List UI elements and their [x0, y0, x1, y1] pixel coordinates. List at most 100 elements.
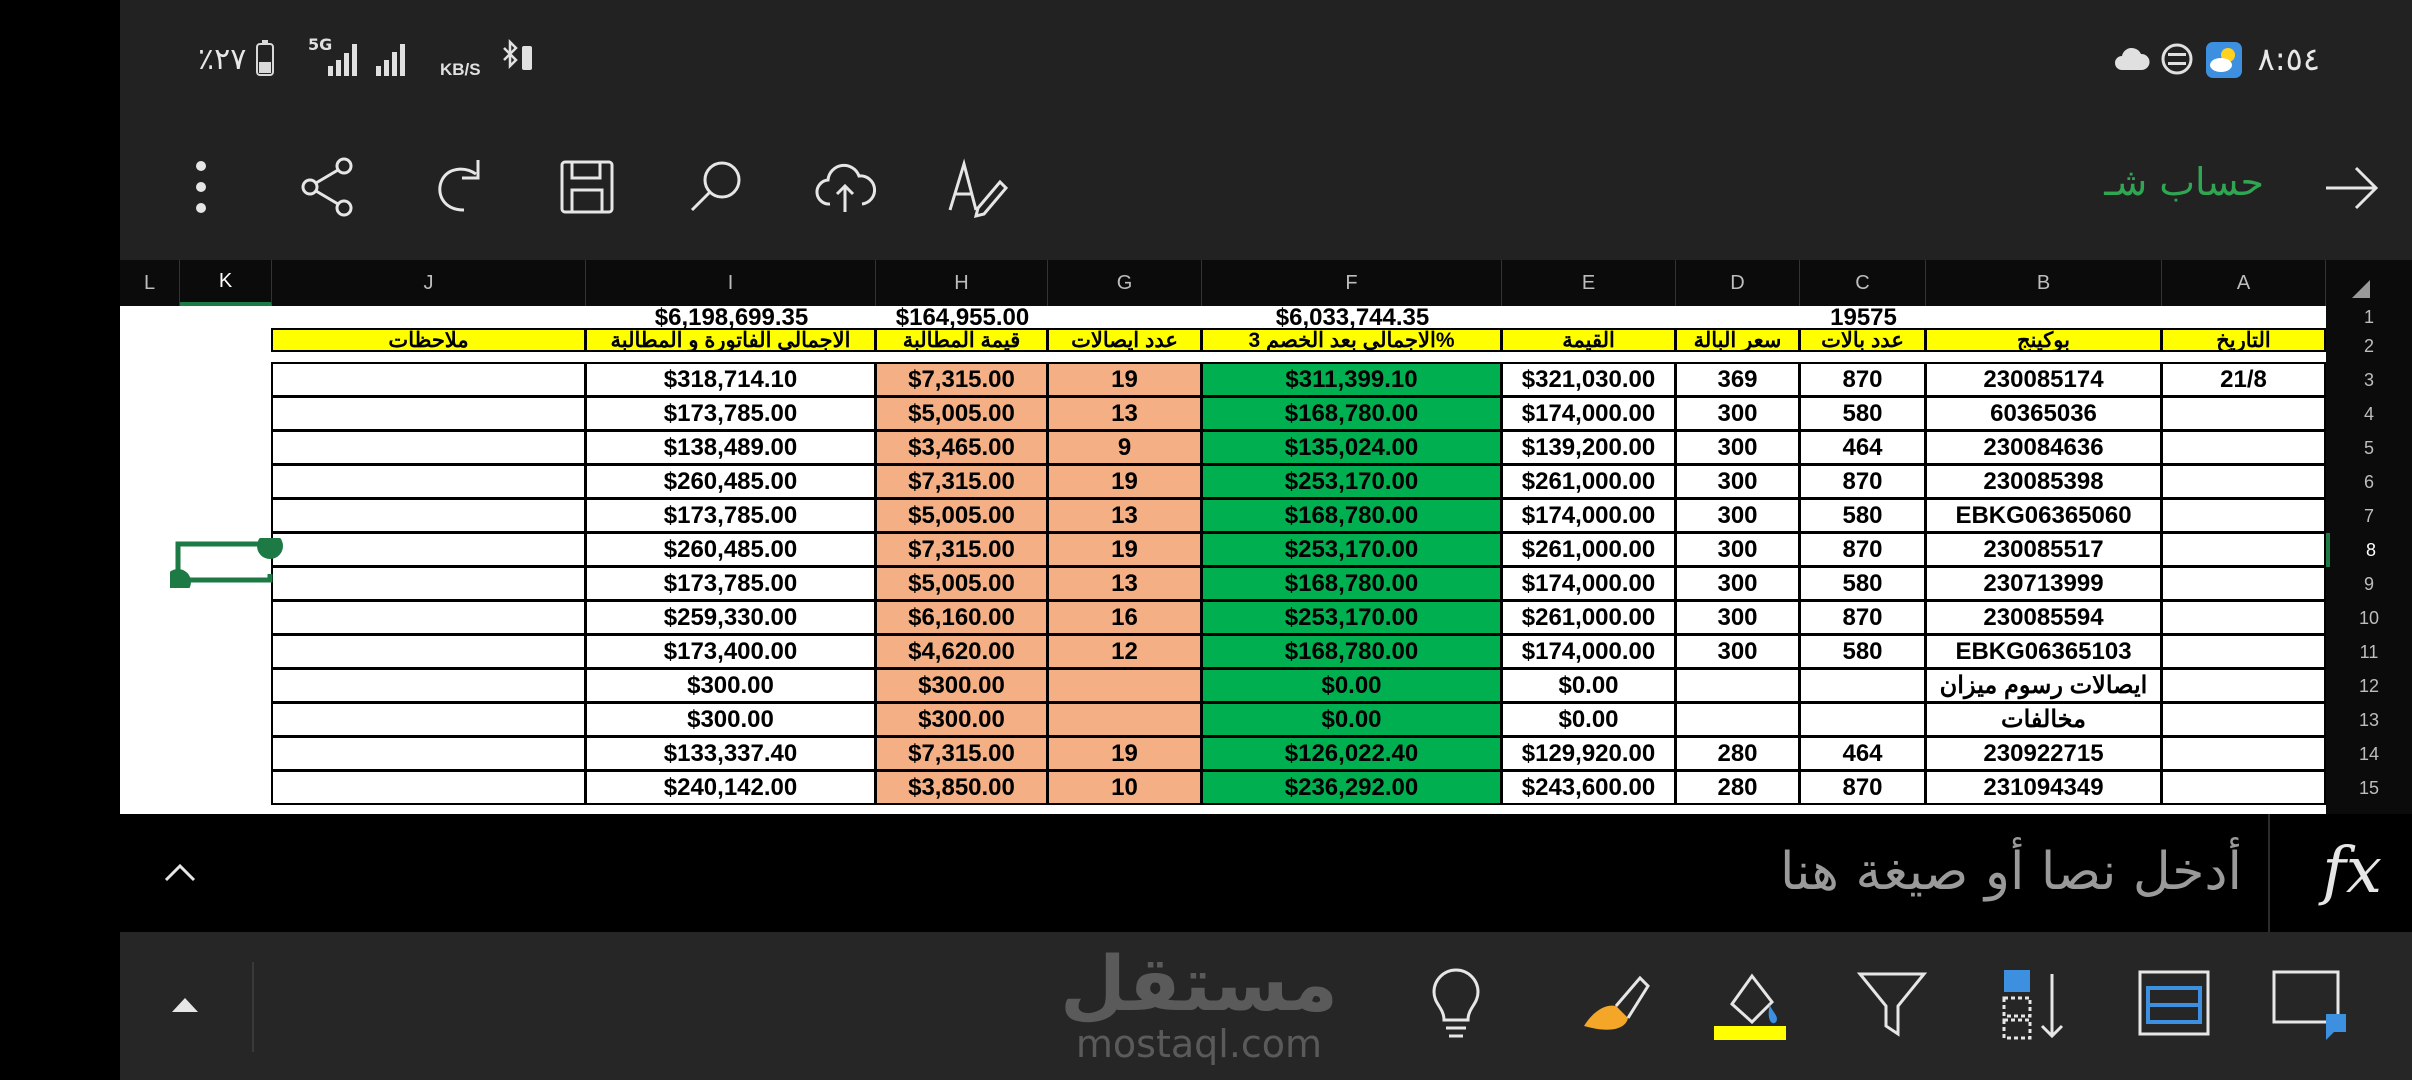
share-icon[interactable]	[294, 152, 364, 222]
cell-J15[interactable]	[271, 770, 586, 805]
row-header-5[interactable]: 5	[2326, 431, 2412, 465]
fx-icon[interactable]: fx	[2322, 834, 2382, 908]
cell-G13[interactable]	[1047, 702, 1202, 737]
cell-D6[interactable]: 300	[1675, 464, 1800, 499]
cell-F15[interactable]: $236,292.00	[1201, 770, 1502, 805]
redo-icon[interactable]	[424, 152, 494, 222]
column-header-G[interactable]: G	[1048, 260, 1202, 306]
cell-I4[interactable]: $173,785.00	[585, 396, 876, 431]
cell-H9[interactable]: $5,005.00	[875, 566, 1048, 601]
cell-D7[interactable]: 300	[1675, 498, 1800, 533]
column-header-C[interactable]: C	[1800, 260, 1926, 306]
comment-icon[interactable]	[2270, 964, 2350, 1044]
cell-A5[interactable]	[2161, 430, 2326, 465]
table-style-icon[interactable]	[2134, 964, 2214, 1044]
cell-B6[interactable]: 230085398	[1925, 464, 2162, 499]
column-header-E[interactable]: E	[1502, 260, 1676, 306]
cell-H3[interactable]: $7,315.00	[875, 362, 1048, 397]
cell-A12[interactable]	[2161, 668, 2326, 703]
cell-F13[interactable]: $0.00	[1201, 702, 1502, 737]
cell-E15[interactable]: $243,600.00	[1501, 770, 1676, 805]
cell-H6[interactable]: $7,315.00	[875, 464, 1048, 499]
cell-D11[interactable]: 300	[1675, 634, 1800, 669]
cell-C13[interactable]	[1799, 702, 1926, 737]
cell-F5[interactable]: $135,024.00	[1201, 430, 1502, 465]
row-header-8[interactable]: 8	[2326, 533, 2412, 567]
cell-I11[interactable]: $173,400.00	[585, 634, 876, 669]
more-options-icon[interactable]	[166, 152, 236, 222]
cell-A2[interactable]: التاريخ	[2161, 328, 2326, 352]
cell-G5[interactable]: 9	[1047, 430, 1202, 465]
cell-I2[interactable]: الاجمالى الفاتورة و المطالبة	[585, 328, 876, 352]
cell-F7[interactable]: $168,780.00	[1201, 498, 1502, 533]
row-header-11[interactable]: 11	[2326, 635, 2412, 669]
cell-A11[interactable]	[2161, 634, 2326, 669]
cell-I3[interactable]: $318,714.10	[585, 362, 876, 397]
cell-E5[interactable]: $139,200.00	[1501, 430, 1676, 465]
cell-F8[interactable]: $253,170.00	[1201, 532, 1502, 567]
cell-I14[interactable]: $133,337.40	[585, 736, 876, 771]
cell-B3[interactable]: 230085174	[1925, 362, 2162, 397]
cell-D9[interactable]: 300	[1675, 566, 1800, 601]
cell-A7[interactable]	[2161, 498, 2326, 533]
cell-I5[interactable]: $138,489.00	[585, 430, 876, 465]
draw-pen-icon[interactable]	[942, 152, 1012, 222]
cell-G11[interactable]: 12	[1047, 634, 1202, 669]
filter-icon[interactable]	[1852, 964, 1932, 1044]
column-header-H[interactable]: H	[876, 260, 1048, 306]
expand-formula-icon[interactable]	[162, 858, 198, 888]
cell-A9[interactable]	[2161, 566, 2326, 601]
row-header-4[interactable]: 4	[2326, 397, 2412, 431]
cell-C9[interactable]: 580	[1799, 566, 1926, 601]
row-header-2[interactable]: 2	[2326, 329, 2412, 363]
cell-C10[interactable]: 870	[1799, 600, 1926, 635]
fill-color-icon[interactable]	[1712, 964, 1792, 1044]
lightbulb-icon[interactable]	[1416, 964, 1496, 1044]
cell-C4[interactable]: 580	[1799, 396, 1926, 431]
cell-I15[interactable]: $240,142.00	[585, 770, 876, 805]
cell-H2[interactable]: قيمة المطالبة	[875, 328, 1048, 352]
formula-input[interactable]: أدخل نصا أو صيغة هنا	[1780, 842, 2242, 902]
cell-J13[interactable]	[271, 702, 586, 737]
cell-H1[interactable]: $164,955.00	[876, 306, 1049, 330]
cell-D15[interactable]: 280	[1675, 770, 1800, 805]
cell-I1[interactable]: $6,198,699.35	[586, 306, 877, 330]
cell-B11[interactable]: EBKG06365103	[1925, 634, 2162, 669]
cell-G7[interactable]: 13	[1047, 498, 1202, 533]
cell-A14[interactable]	[2161, 736, 2326, 771]
cell-H5[interactable]: $3,465.00	[875, 430, 1048, 465]
row-header-1[interactable]: 1	[2326, 306, 2412, 329]
cell-F3[interactable]: $311,399.10	[1201, 362, 1502, 397]
cell-H13[interactable]: $300.00	[875, 702, 1048, 737]
cell-I10[interactable]: $259,330.00	[585, 600, 876, 635]
cell-E14[interactable]: $129,920.00	[1501, 736, 1676, 771]
cell-B5[interactable]: 230084636	[1925, 430, 2162, 465]
cell-A3[interactable]: 21/8	[2161, 362, 2326, 397]
cell-A4[interactable]	[2161, 396, 2326, 431]
cell-G15[interactable]: 10	[1047, 770, 1202, 805]
cell-G6[interactable]: 19	[1047, 464, 1202, 499]
cell-I9[interactable]: $173,785.00	[585, 566, 876, 601]
cell-F1[interactable]: $6,033,744.35	[1202, 306, 1503, 330]
cell-B4[interactable]: 60365036	[1925, 396, 2162, 431]
cell-D2[interactable]: سعر البالة	[1675, 328, 1800, 352]
row-header-12[interactable]: 12	[2326, 669, 2412, 703]
row-header-9[interactable]: 9	[2326, 567, 2412, 601]
cell-H4[interactable]: $5,005.00	[875, 396, 1048, 431]
cell-D5[interactable]: 300	[1675, 430, 1800, 465]
cell-I12[interactable]: $300.00	[585, 668, 876, 703]
cell-G9[interactable]: 13	[1047, 566, 1202, 601]
cell-G2[interactable]: عدد ايصالات	[1047, 328, 1202, 352]
cell-I7[interactable]: $173,785.00	[585, 498, 876, 533]
cell-D3[interactable]: 369	[1675, 362, 1800, 397]
cell-E12[interactable]: $0.00	[1501, 668, 1676, 703]
cell-B2[interactable]: بوكينج	[1925, 328, 2162, 352]
cell-G12[interactable]	[1047, 668, 1202, 703]
cell-B9[interactable]: 230713999	[1925, 566, 2162, 601]
cell-J11[interactable]	[271, 634, 586, 669]
cell-J12[interactable]	[271, 668, 586, 703]
cell-H12[interactable]: $300.00	[875, 668, 1048, 703]
expand-ribbon-icon[interactable]	[170, 992, 200, 1016]
column-header-F[interactable]: F	[1202, 260, 1502, 306]
cell-J3[interactable]	[271, 362, 586, 397]
